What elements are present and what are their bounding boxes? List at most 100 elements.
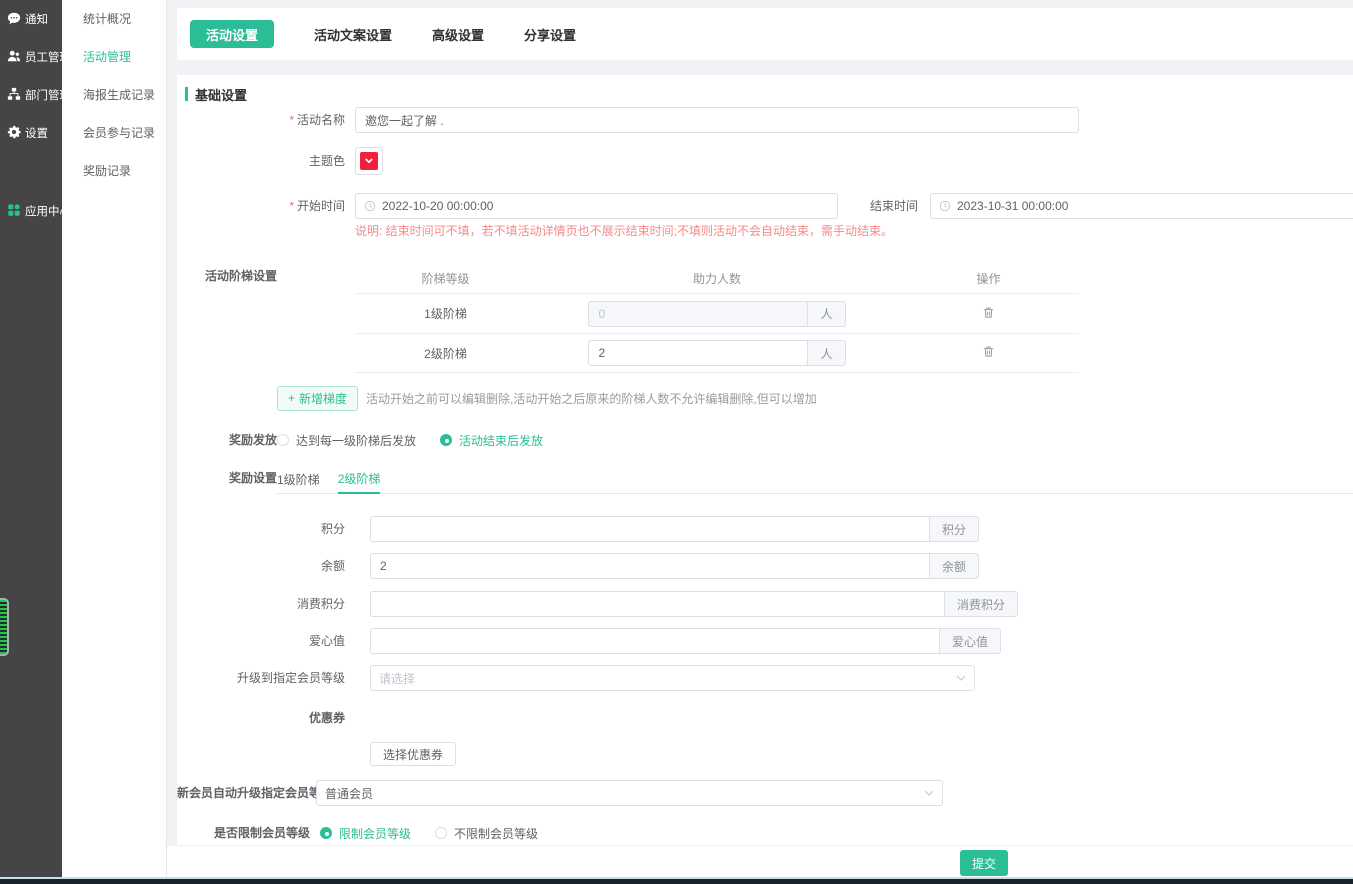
clock-icon [939, 200, 951, 212]
start-time-input[interactable]: 2022-10-20 00:00:00 [355, 193, 838, 219]
reward-release-label: 奖励发放 [177, 432, 277, 448]
end-time-label: 结束时间 [870, 193, 918, 219]
page-tabs: 活动设置 活动文案设置 高级设置 分享设置 [177, 8, 1353, 60]
message-icon [7, 11, 21, 28]
secondary-sidebar: 统计概况 活动管理 海报生成记录 会员参与记录 奖励记录 [62, 0, 167, 878]
ladder-hint: 活动开始之前可以编辑删除,活动开始之后原来的阶梯人数不允许编辑删除,但可以增加 [366, 390, 817, 407]
radio-icon [277, 434, 289, 446]
tab-share-settings[interactable]: 分享设置 [524, 25, 576, 44]
radio-icon [320, 827, 332, 839]
start-time-label: 开始时间 [177, 193, 345, 219]
sidebar-item-label: 通知 [25, 11, 48, 27]
settings-form-card: 基础设置 活动名称 主题色 开始时间 [177, 75, 1353, 845]
submenu-item-member-records[interactable]: 会员参与记录 [62, 114, 166, 152]
ladder-level: 1级阶梯 [355, 305, 536, 322]
theme-color-label: 主题色 [177, 147, 345, 175]
submenu-item-poster-records[interactable]: 海报生成记录 [62, 76, 166, 114]
sidebar-item-staff[interactable]: 员工管理 [0, 38, 62, 76]
people-unit-suffix: 人 [808, 301, 845, 327]
activity-name-label: 活动名称 [177, 107, 345, 133]
points-suffix: 积分 [930, 516, 979, 542]
delete-ladder-row-button[interactable] [980, 343, 997, 363]
balance-input[interactable] [370, 553, 930, 579]
reward-stage-tabs: 1级阶梯 2级阶梯 [277, 470, 1353, 494]
love-value-input[interactable] [370, 628, 940, 654]
new-member-level-select[interactable]: 普通会员 [316, 780, 943, 806]
start-time-value: 2022-10-20 00:00:00 [382, 199, 493, 213]
footer-action-bar: 提交 [167, 845, 1353, 879]
ladder-section-label: 活动阶梯设置 [177, 263, 277, 289]
reward-setting-label: 奖励设置 [177, 470, 277, 486]
sidebar-item-label: 部门管理 [25, 87, 71, 103]
reward-tab-stage-2[interactable]: 2级阶梯 [338, 470, 381, 494]
apps-icon [7, 203, 21, 220]
radio-icon [440, 434, 452, 446]
upgrade-level-label: 升级到指定会员等级 [177, 665, 345, 691]
end-time-input[interactable]: 2023-10-31 00:00:00 [930, 193, 1353, 219]
sidebar-item-label: 员工管理 [25, 49, 71, 65]
app-window: 通知 员工管理 部门管理 设置 应用中心 统计概况 活动管理 海报生成记录 会员… [0, 0, 1353, 884]
trash-icon [982, 306, 995, 319]
end-time-value: 2023-10-31 00:00:00 [957, 199, 1068, 213]
primary-sidebar: 通知 员工管理 部门管理 设置 应用中心 [0, 0, 62, 878]
ladder-people-input-2[interactable] [588, 340, 808, 366]
sidebar-item-notifications[interactable]: 通知 [0, 0, 62, 38]
submenu-item-reward-records[interactable]: 奖励记录 [62, 152, 166, 190]
theme-color-swatch [360, 152, 378, 170]
select-placeholder: 请选择 [379, 670, 415, 687]
select-value: 普通会员 [325, 785, 373, 802]
sidebar-item-label: 应用中心 [25, 203, 71, 219]
ladder-row-2: 2级阶梯 人 [355, 333, 1079, 373]
consume-points-label: 消费积分 [177, 591, 345, 617]
tab-advanced-settings[interactable]: 高级设置 [432, 25, 484, 44]
tab-activity-settings[interactable]: 活动设置 [190, 20, 274, 48]
upgrade-level-select[interactable]: 请选择 [370, 665, 975, 691]
department-icon [7, 87, 21, 104]
sidebar-item-label: 设置 [25, 125, 48, 141]
ladder-row-1: 1级阶梯 人 [355, 293, 1079, 333]
choose-coupon-button[interactable]: 选择优惠券 [370, 742, 456, 766]
ladder-level: 2级阶梯 [355, 345, 536, 362]
people-unit-suffix: 人 [808, 340, 845, 366]
points-input[interactable] [370, 516, 930, 542]
section-accent-bar [185, 87, 188, 101]
sidebar-item-departments[interactable]: 部门管理 [0, 76, 62, 114]
gear-icon [7, 125, 21, 142]
clock-icon [364, 200, 376, 212]
ladder-table: 阶梯等级 助力人数 操作 1级阶梯 人 [355, 263, 1079, 373]
radio-icon [435, 827, 447, 839]
section-basic-settings: 基础设置 [185, 85, 1353, 103]
love-value-suffix: 爱心值 [940, 628, 1001, 654]
theme-color-picker[interactable] [355, 147, 383, 175]
user-icon [7, 49, 21, 66]
radio-release-after-end[interactable]: 活动结束后发放 [440, 432, 543, 449]
consume-points-suffix: 消费积分 [945, 591, 1018, 617]
main-area: 活动设置 活动文案设置 高级设置 分享设置 基础设置 活动名称 主题色 [167, 0, 1353, 884]
radio-no-limit-level[interactable]: 不限制会员等级 [435, 825, 538, 842]
submenu-item-activity[interactable]: 活动管理 [62, 38, 166, 76]
activity-name-input[interactable] [355, 107, 1079, 133]
sidebar-item-app-center[interactable]: 应用中心 [0, 192, 62, 230]
limit-level-label: 是否限制会员等级 [177, 825, 310, 841]
section-title: 基础设置 [195, 85, 247, 104]
new-member-level-label: 新会员自动升级指定会员等级 [177, 780, 310, 806]
add-ladder-button[interactable]: + 新增梯度 [277, 386, 358, 411]
sidebar-item-settings[interactable]: 设置 [0, 114, 62, 152]
edge-stripe-widget [0, 598, 9, 656]
submit-button[interactable]: 提交 [960, 850, 1008, 876]
delete-ladder-row-button[interactable] [980, 304, 997, 324]
radio-limit-level[interactable]: 限制会员等级 [320, 825, 411, 842]
points-label: 积分 [177, 516, 345, 542]
end-time-note: 说明: 结束时间可不填，若不填活动详情页也不展示结束时间;不填则活动不会自动结束… [355, 223, 1353, 239]
tab-copy-settings[interactable]: 活动文案设置 [314, 25, 392, 44]
balance-suffix: 余额 [930, 553, 979, 579]
chevron-down-icon [365, 158, 373, 164]
ladder-people-input-1[interactable] [588, 301, 808, 327]
consume-points-input[interactable] [370, 591, 945, 617]
submenu-item-stats[interactable]: 统计概况 [62, 0, 166, 38]
radio-release-per-stage[interactable]: 达到每一级阶梯后发放 [277, 432, 416, 449]
column-level: 阶梯等级 [355, 270, 536, 287]
balance-label: 余额 [177, 553, 345, 579]
chevron-down-icon [956, 675, 966, 682]
reward-tab-stage-1[interactable]: 1级阶梯 [277, 470, 320, 494]
